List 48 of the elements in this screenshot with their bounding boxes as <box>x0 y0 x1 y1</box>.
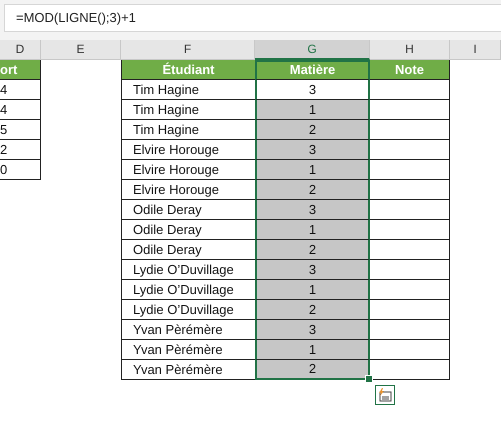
table-cell[interactable]: 1 <box>255 280 370 300</box>
table-cell[interactable]: 3 <box>255 140 370 160</box>
column-header[interactable]: G <box>255 40 370 60</box>
table-cell[interactable] <box>370 120 450 140</box>
table-cell[interactable]: 1 <box>255 100 370 120</box>
table-cell: 0 <box>0 160 41 180</box>
table-cell[interactable] <box>370 260 450 280</box>
formula-field[interactable]: =MOD(LIGNE();3)+1 <box>4 4 501 32</box>
fill-handle[interactable] <box>365 375 373 383</box>
table-cell[interactable]: 3 <box>255 260 370 280</box>
table-cell[interactable] <box>370 320 450 340</box>
table-cell[interactable] <box>370 360 450 380</box>
table-cell: Tim Hagine <box>121 80 255 100</box>
table-cell: 5 <box>0 120 41 140</box>
table-cell[interactable]: 3 <box>255 320 370 340</box>
column-header[interactable]: I <box>450 40 501 60</box>
table-cell[interactable] <box>370 280 450 300</box>
column-header[interactable]: D <box>0 40 41 60</box>
table-cell[interactable] <box>370 180 450 200</box>
table-cell[interactable]: 2 <box>255 360 370 380</box>
table-cell[interactable]: 1 <box>255 160 370 180</box>
table-cell[interactable]: 1 <box>255 340 370 360</box>
table-cell[interactable]: 2 <box>255 120 370 140</box>
table-cell[interactable] <box>370 100 450 120</box>
table-cell: 4 <box>0 80 41 100</box>
header-cell: ort <box>0 60 41 80</box>
quick-analysis-icon[interactable] <box>375 385 395 405</box>
header-cell: Matière <box>255 60 370 80</box>
table-cell[interactable]: 2 <box>255 180 370 200</box>
table-cell[interactable] <box>370 220 450 240</box>
table-cell[interactable]: 1 <box>255 220 370 240</box>
table-cell[interactable]: 2 <box>255 300 370 320</box>
header-cell: Étudiant <box>121 60 255 80</box>
table-cell[interactable]: 2 <box>255 240 370 260</box>
table-cell[interactable]: 3 <box>255 200 370 220</box>
table-cell[interactable] <box>370 300 450 320</box>
table-cell[interactable] <box>370 160 450 180</box>
column-header[interactable]: H <box>370 40 450 60</box>
table-cell: 2 <box>0 140 41 160</box>
table-cell[interactable] <box>370 200 450 220</box>
column-header[interactable]: F <box>121 40 255 60</box>
table-cell[interactable] <box>370 340 450 360</box>
table-cell[interactable] <box>370 140 450 160</box>
table-cell[interactable] <box>370 240 450 260</box>
column-header[interactable]: E <box>41 40 121 60</box>
table-cell[interactable] <box>370 80 450 100</box>
table-cell: 4 <box>0 100 41 120</box>
header-cell: Note <box>370 60 450 80</box>
